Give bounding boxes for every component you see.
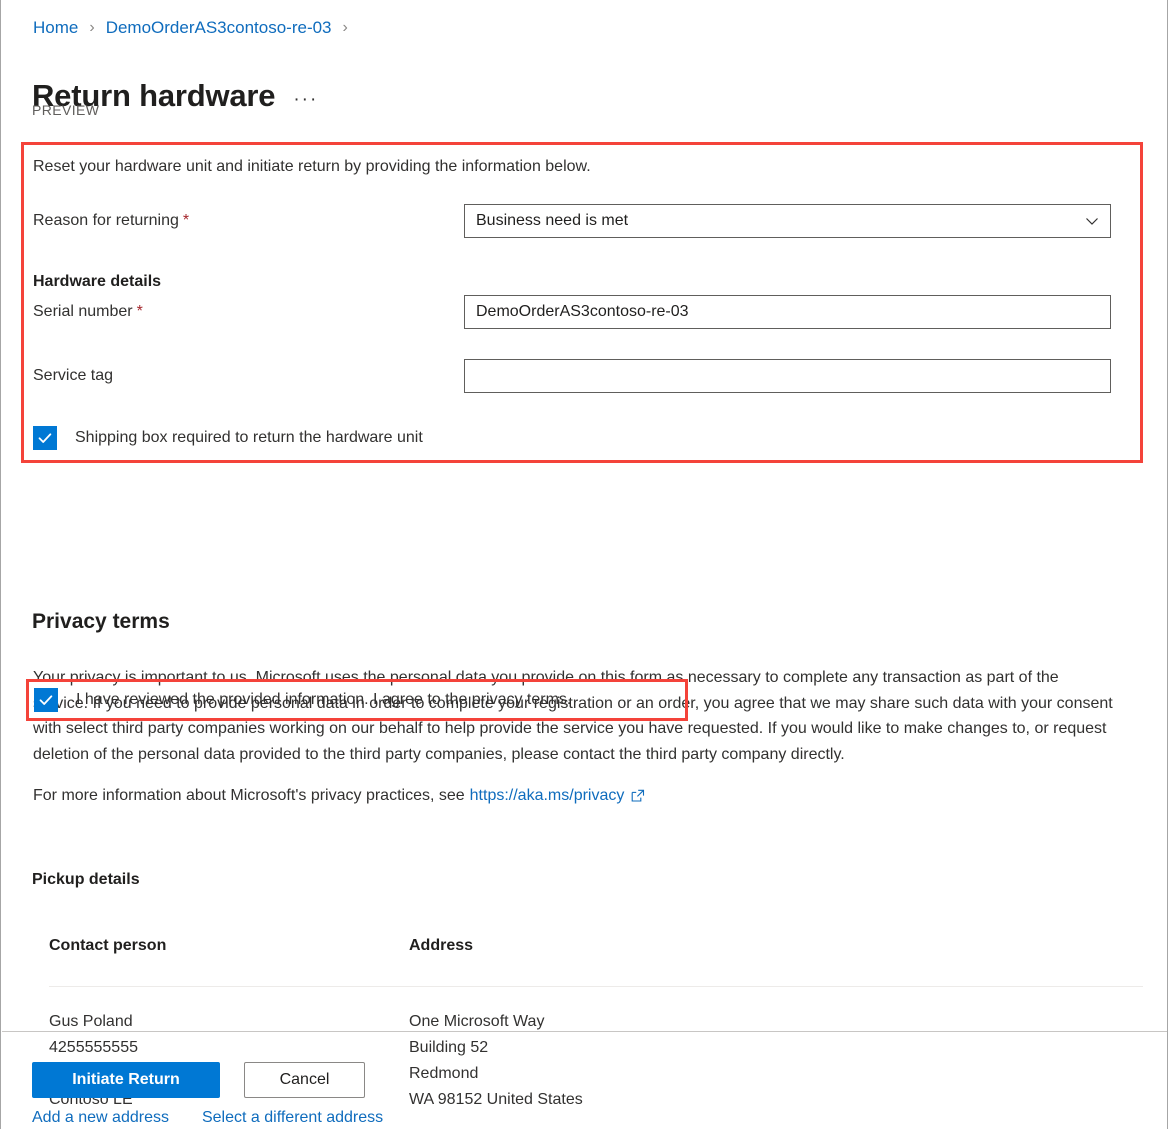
serial-label-text: Serial number [33,303,133,320]
reason-for-returning-row: Reason for returning * Business need is m… [33,204,1143,238]
return-hardware-page: Home › DemoOrderAS3contoso-re-03 › Retur… [0,0,1168,1129]
serial-number-label: Serial number * [33,301,464,323]
privacy-agree-checkbox[interactable] [34,688,58,712]
address-city: Redmond [409,1065,479,1082]
privacy-more-info-line: For more information about Microsoft's p… [33,785,645,807]
table-header-row: Contact person Address [49,935,1143,987]
privacy-more-info-text: For more information about Microsoft's p… [33,787,465,804]
privacy-policy-link[interactable]: https://aka.ms/privacy [470,785,625,807]
add-new-address-link[interactable]: Add a new address [32,1107,169,1129]
serial-number-field[interactable] [464,295,1111,329]
preview-badge: PREVIEW [32,102,100,118]
external-link-icon[interactable] [631,789,645,803]
reason-selected-value: Business need is met [476,212,629,229]
breadcrumb-item-order[interactable]: DemoOrderAS3contoso-re-03 [106,17,332,39]
column-header-contact-person: Contact person [49,937,167,954]
service-tag-row: Service tag [33,359,1143,393]
column-header-address: Address [409,937,474,954]
service-tag-field[interactable] [464,359,1111,393]
cancel-button[interactable]: Cancel [244,1062,365,1098]
required-asterisk-2: * [136,303,143,320]
service-tag-label: Service tag [33,367,114,384]
initiate-return-button[interactable]: Initiate Return [32,1062,220,1098]
serial-number-input[interactable] [476,302,1099,322]
shipping-box-checkbox-label: Shipping box required to return the hard… [75,429,423,446]
cell-address: One Microsoft Way Building 52 Redmond WA… [409,1009,1143,1113]
shipping-box-checkbox-row[interactable]: Shipping box required to return the hard… [33,426,423,450]
breadcrumb-item-home[interactable]: Home [33,17,78,39]
privacy-agree-checkbox-label: I have reviewed the provided information… [76,691,572,708]
pickup-details-heading: Pickup details [32,871,140,888]
chevron-down-icon [1086,218,1098,225]
contact-phone: 4255555555 [49,1039,138,1056]
address-action-links: Add a new address Select a different add… [32,1107,383,1129]
reason-for-returning-dropdown[interactable]: Business need is met [464,204,1111,238]
address-state-zip-country: WA 98152 United States [409,1091,583,1108]
title-row: Return hardware ··· [32,56,318,136]
checkmark-icon [38,433,52,443]
hardware-details-heading: Hardware details [33,273,162,290]
reason-for-returning-label: Reason for returning * [33,210,464,232]
intro-text: Reset your hardware unit and initiate re… [33,158,591,175]
service-tag-input[interactable] [476,366,1099,386]
footer-divider [2,1031,1167,1032]
breadcrumb: Home › DemoOrderAS3contoso-re-03 › [33,17,359,39]
required-asterisk: * [182,212,190,229]
privacy-agree-checkbox-row[interactable]: I have reviewed the provided information… [34,688,571,712]
footer-actions: Initiate Return Cancel [32,1062,365,1098]
reason-label-text: Reason for returning [33,212,179,229]
breadcrumb-chevron-right-icon-2: › [342,19,348,36]
more-options-icon[interactable]: ··· [293,90,318,109]
checkmark-icon-2 [39,695,53,705]
shipping-box-checkbox[interactable] [33,426,57,450]
select-different-address-link[interactable]: Select a different address [202,1107,383,1129]
address-line-2: Building 52 [409,1039,489,1056]
privacy-terms-body: Your privacy is important to us. Microso… [33,669,1113,763]
privacy-terms-heading: Privacy terms [32,610,170,633]
breadcrumb-chevron-right-icon: › [89,19,95,36]
serial-number-row: Serial number * [33,295,1143,329]
